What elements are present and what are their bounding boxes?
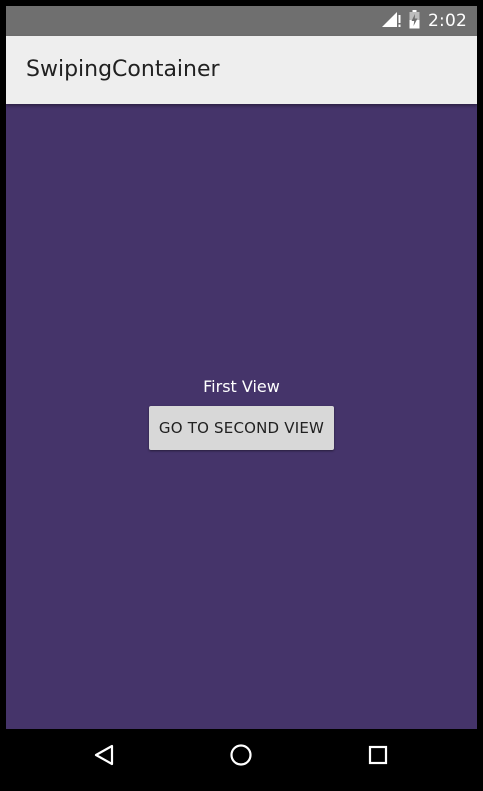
status-bar: 2:02 <box>6 6 477 36</box>
navigation-bar <box>6 729 477 785</box>
back-icon <box>93 744 115 770</box>
status-icons: 2:02 <box>381 6 467 36</box>
home-icon <box>229 743 253 771</box>
go-to-second-view-button[interactable]: GO TO SECOND VIEW <box>149 406 334 450</box>
signal-icon <box>381 10 401 32</box>
app-title: SwipingContainer <box>26 57 220 82</box>
app-bar: SwipingContainer <box>6 36 477 104</box>
screen: 2:02 SwipingContainer First View GO TO S… <box>6 6 477 785</box>
status-time: 2:02 <box>428 11 467 31</box>
device-frame: 2:02 SwipingContainer First View GO TO S… <box>0 0 483 791</box>
back-button[interactable] <box>74 729 134 785</box>
view-label: First View <box>203 377 280 396</box>
home-button[interactable] <box>211 729 271 785</box>
battery-icon <box>409 9 420 33</box>
recents-icon <box>368 745 388 769</box>
recents-button[interactable] <box>348 729 408 785</box>
main-content: First View GO TO SECOND VIEW <box>6 104 477 729</box>
